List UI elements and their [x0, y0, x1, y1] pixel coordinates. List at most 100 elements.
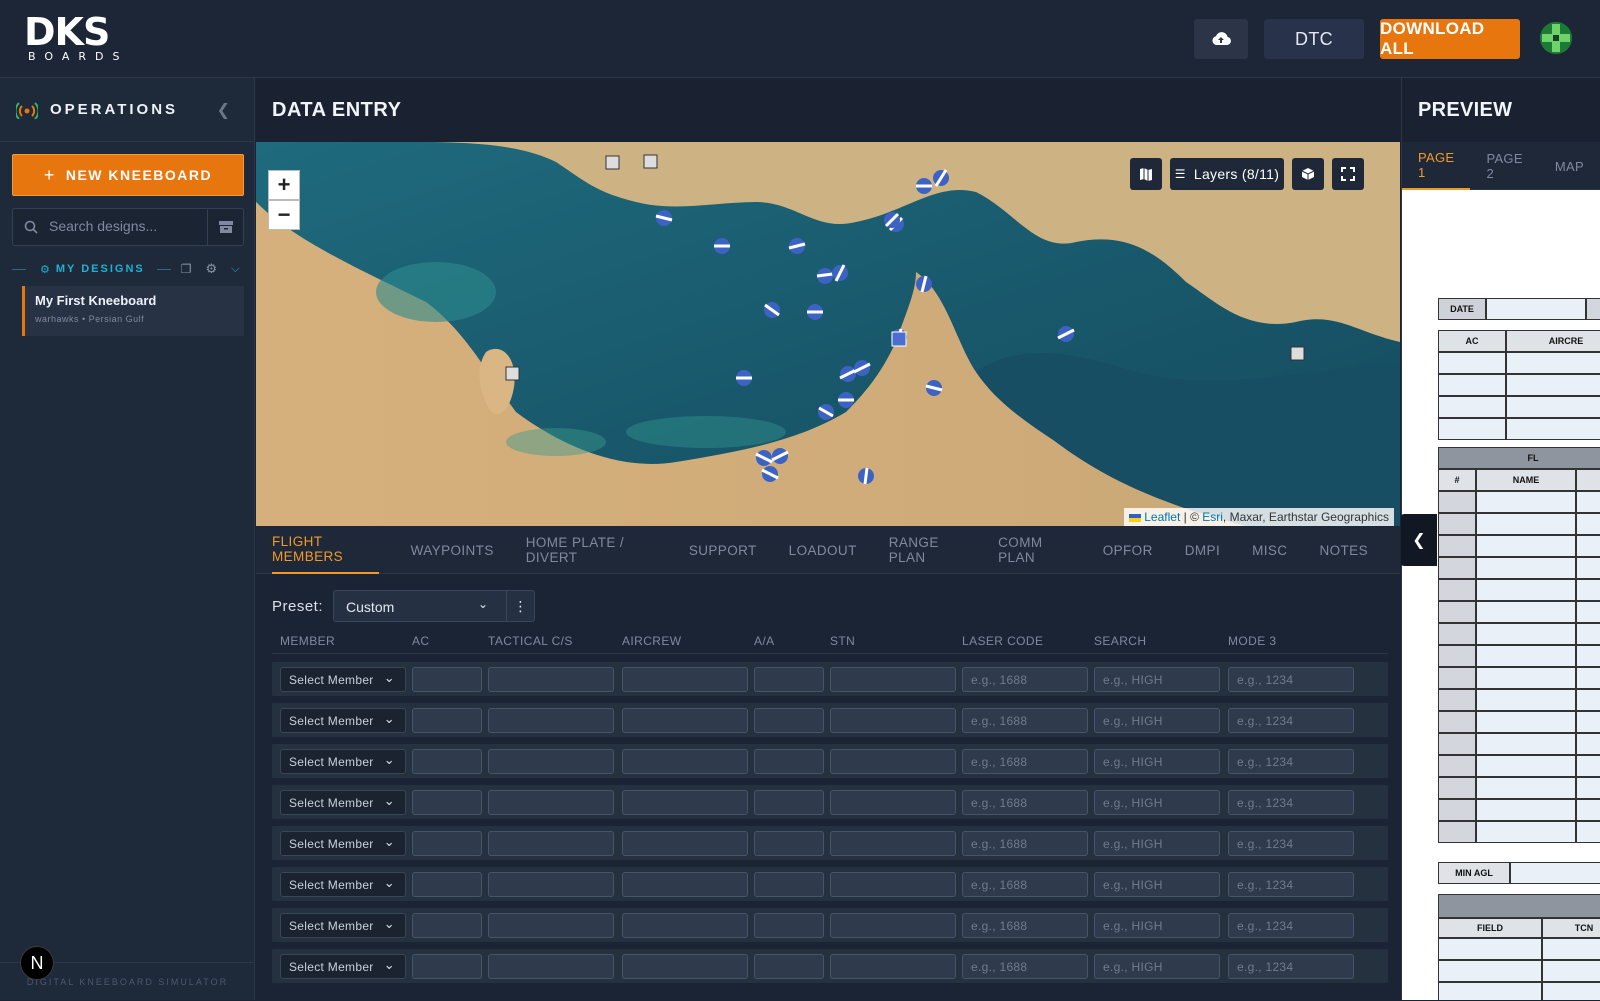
tab-comm-plan[interactable]: COMM PLAN — [998, 526, 1071, 574]
mode3-input[interactable]: e.g., 1234 — [1228, 954, 1354, 979]
laser-code-input[interactable]: e.g., 1688 — [962, 667, 1088, 692]
laser-code-input[interactable]: e.g., 1688 — [962, 749, 1088, 774]
tactical-cs-input[interactable] — [488, 790, 614, 815]
new-kneeboard-button[interactable]: + NEW KNEEBOARD — [12, 154, 244, 196]
archive-button[interactable] — [207, 209, 243, 245]
member-select[interactable]: Select Member ⌄ — [280, 708, 406, 733]
mode3-input[interactable]: e.g., 1234 — [1228, 667, 1354, 692]
aircrew-input[interactable] — [622, 831, 748, 856]
tab-opfor[interactable]: OPFOR — [1103, 526, 1153, 574]
tactical-cs-input[interactable] — [488, 954, 614, 979]
dks-boards-logo[interactable]: DKS BOARDS — [24, 12, 144, 66]
toggle-preview-button[interactable]: ❮ — [1401, 514, 1437, 566]
preview-tab-map[interactable]: MAP — [1539, 142, 1600, 190]
tactical-cs-input[interactable] — [488, 708, 614, 733]
aircrew-input[interactable] — [622, 954, 748, 979]
search-input[interactable]: e.g., HIGH — [1094, 831, 1220, 856]
download-all-button[interactable]: DOWNLOAD ALL — [1380, 19, 1520, 59]
user-avatar[interactable] — [1540, 22, 1572, 54]
stn-input[interactable] — [830, 708, 956, 733]
tab-misc[interactable]: MISC — [1252, 526, 1287, 574]
aircrew-input[interactable] — [622, 913, 748, 938]
mode3-input[interactable]: e.g., 1234 — [1228, 749, 1354, 774]
mode3-input[interactable]: e.g., 1234 — [1228, 708, 1354, 733]
ac-input[interactable] — [412, 667, 482, 692]
member-select[interactable]: Select Member ⌄ — [280, 749, 406, 774]
tab-home-plate-divert[interactable]: HOME PLATE / DIVERT — [526, 526, 657, 574]
search-input[interactable]: e.g., HIGH — [1094, 872, 1220, 897]
ac-input[interactable] — [412, 913, 482, 938]
member-select[interactable]: Select Member ⌄ — [280, 667, 406, 692]
ac-input[interactable] — [412, 872, 482, 897]
stn-input[interactable] — [830, 790, 956, 815]
aircrew-input[interactable] — [622, 708, 748, 733]
ac-input[interactable] — [412, 954, 482, 979]
tab-flight-members[interactable]: FLIGHT MEMBERS — [272, 526, 379, 574]
tab-notes[interactable]: NOTES — [1319, 526, 1368, 574]
design-card[interactable]: My First Kneeboard warhawks • Persian Gu… — [22, 286, 244, 336]
ac-input[interactable] — [412, 831, 482, 856]
search-input[interactable]: e.g., HIGH — [1094, 749, 1220, 774]
stn-input[interactable] — [830, 954, 956, 979]
tab-range-plan[interactable]: RANGE PLAN — [889, 526, 966, 574]
search-designs-input[interactable] — [49, 218, 199, 234]
laser-code-input[interactable]: e.g., 1688 — [962, 831, 1088, 856]
mode3-input[interactable]: e.g., 1234 — [1228, 913, 1354, 938]
copy-icon[interactable]: ❐ — [181, 262, 192, 276]
mode3-input[interactable]: e.g., 1234 — [1228, 872, 1354, 897]
esri-link[interactable]: Esri — [1202, 510, 1223, 524]
aa-input[interactable] — [754, 913, 824, 938]
search-input[interactable]: e.g., HIGH — [1094, 667, 1220, 692]
tab-waypoints[interactable]: WAYPOINTS — [411, 526, 494, 574]
aircrew-input[interactable] — [622, 749, 748, 774]
stn-input[interactable] — [830, 872, 956, 897]
member-select[interactable]: Select Member ⌄ — [280, 872, 406, 897]
map-view[interactable]: + − ☰ Layers (8/11) Leaflet | © Esri, Ma… — [256, 142, 1400, 526]
search-input[interactable]: e.g., HIGH — [1094, 913, 1220, 938]
ac-input[interactable] — [412, 749, 482, 774]
stn-input[interactable] — [830, 667, 956, 692]
stn-input[interactable] — [830, 749, 956, 774]
search-input[interactable]: e.g., HIGH — [1094, 708, 1220, 733]
tab-dmpi[interactable]: DMPI — [1185, 526, 1220, 574]
tactical-cs-input[interactable] — [488, 872, 614, 897]
stn-input[interactable] — [830, 831, 956, 856]
laser-code-input[interactable]: e.g., 1688 — [962, 872, 1088, 897]
gear-icon[interactable]: ⚙ — [206, 261, 218, 277]
leaflet-link[interactable]: Leaflet — [1144, 510, 1180, 524]
chevron-down-icon[interactable]: ⌵ — [231, 263, 239, 276]
laser-code-input[interactable]: e.g., 1688 — [962, 790, 1088, 815]
fullscreen-button[interactable] — [1332, 158, 1364, 190]
aircrew-input[interactable] — [622, 790, 748, 815]
laser-code-input[interactable]: e.g., 1688 — [962, 954, 1088, 979]
aa-input[interactable] — [754, 831, 824, 856]
mode3-input[interactable]: e.g., 1234 — [1228, 831, 1354, 856]
layers-button[interactable]: ☰ Layers (8/11) — [1170, 158, 1284, 190]
ac-input[interactable] — [412, 708, 482, 733]
preset-select[interactable]: Custom ⌄ ⋮ — [333, 590, 536, 622]
zoom-out-button[interactable]: − — [268, 200, 300, 230]
tactical-cs-input[interactable] — [488, 913, 614, 938]
tactical-cs-input[interactable] — [488, 749, 614, 774]
aa-input[interactable] — [754, 790, 824, 815]
aa-input[interactable] — [754, 954, 824, 979]
aa-input[interactable] — [754, 749, 824, 774]
search-input[interactable]: e.g., HIGH — [1094, 790, 1220, 815]
search-input[interactable]: e.g., HIGH — [1094, 954, 1220, 979]
mode3-input[interactable]: e.g., 1234 — [1228, 790, 1354, 815]
tab-loadout[interactable]: LOADOUT — [789, 526, 857, 574]
aa-input[interactable] — [754, 708, 824, 733]
preview-tab-page-1[interactable]: PAGE 1 — [1402, 142, 1471, 190]
more-vert-icon[interactable]: ⋮ — [506, 591, 534, 621]
aa-input[interactable] — [754, 872, 824, 897]
3d-cube-button[interactable] — [1292, 158, 1324, 190]
map-style-button[interactable] — [1130, 158, 1162, 190]
ac-input[interactable] — [412, 790, 482, 815]
chevron-left-icon[interactable]: ❮ — [217, 100, 230, 120]
tactical-cs-input[interactable] — [488, 831, 614, 856]
cloud-upload-button[interactable] — [1194, 19, 1248, 59]
aa-input[interactable] — [754, 667, 824, 692]
tab-support[interactable]: SUPPORT — [689, 526, 757, 574]
tactical-cs-input[interactable] — [488, 667, 614, 692]
dtc-button[interactable]: DTC — [1264, 19, 1364, 59]
